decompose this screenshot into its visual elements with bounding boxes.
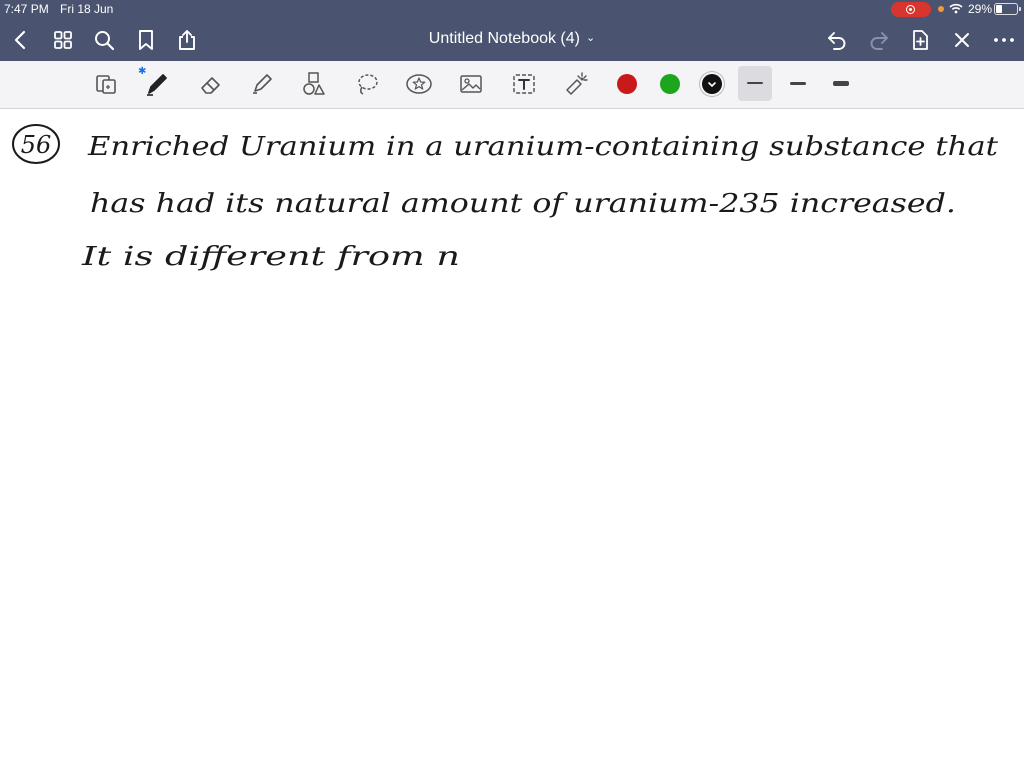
sticker-icon[interactable] bbox=[405, 70, 433, 98]
stroke-medium-button[interactable] bbox=[790, 82, 806, 85]
lasso-select-icon[interactable] bbox=[92, 70, 120, 98]
battery-icon bbox=[994, 3, 1021, 15]
status-time: 7:47 PM bbox=[4, 2, 49, 16]
share-icon[interactable] bbox=[175, 28, 199, 52]
status-date: Fri 18 Jun bbox=[60, 2, 114, 16]
stroke-thin-button[interactable] bbox=[738, 66, 772, 101]
undo-icon[interactable] bbox=[825, 28, 849, 52]
lasso-icon[interactable] bbox=[353, 70, 381, 98]
note-canvas[interactable]: 56 Enriched Uranium in a uranium-contain… bbox=[0, 109, 1024, 768]
image-icon[interactable] bbox=[457, 70, 485, 98]
color-black-swatch[interactable] bbox=[702, 74, 722, 94]
note-line-2: has had its natural amount of uranium-23… bbox=[90, 189, 956, 219]
note-line-1: Enriched Uranium in a uranium-containing… bbox=[87, 132, 999, 162]
bookmark-icon[interactable] bbox=[134, 28, 158, 52]
more-icon[interactable] bbox=[992, 28, 1016, 52]
notebook-title[interactable]: Untitled Notebook (4) bbox=[429, 30, 580, 47]
mic-indicator-icon bbox=[938, 6, 944, 12]
back-icon[interactable] bbox=[9, 28, 33, 52]
note-line-3: It is different from n bbox=[81, 242, 460, 272]
color-green-swatch[interactable] bbox=[660, 74, 680, 94]
text-icon[interactable] bbox=[510, 70, 538, 98]
add-page-icon[interactable] bbox=[908, 28, 932, 52]
stroke-thin-icon bbox=[747, 82, 763, 84]
pen-icon[interactable] bbox=[143, 70, 171, 98]
eraser-icon[interactable] bbox=[197, 70, 225, 98]
screen-recording-icon[interactable] bbox=[891, 2, 931, 17]
highlighter-icon[interactable] bbox=[248, 70, 276, 98]
chevron-down-icon bbox=[708, 82, 716, 88]
title-chevron-icon[interactable]: ⌄ bbox=[586, 32, 595, 44]
handwriting-layer: 56 Enriched Uranium in a uranium-contain… bbox=[12, 124, 999, 272]
stroke-thick-button[interactable] bbox=[833, 81, 849, 86]
close-icon[interactable] bbox=[950, 28, 974, 52]
question-number: 56 bbox=[21, 131, 52, 159]
grid-icon[interactable] bbox=[51, 28, 75, 52]
app-header: 7:47 PM Fri 18 Jun 29% Untitled Notebook… bbox=[0, 0, 1024, 61]
battery-percent: 29% bbox=[968, 2, 993, 16]
search-icon[interactable] bbox=[92, 28, 116, 52]
color-red-swatch[interactable] bbox=[617, 74, 637, 94]
drawing-toolbar: ✱ bbox=[0, 61, 1024, 109]
redo-icon[interactable] bbox=[867, 28, 891, 52]
wifi-icon bbox=[949, 3, 963, 14]
shapes-icon[interactable] bbox=[300, 70, 328, 98]
laser-pointer-icon[interactable] bbox=[562, 70, 590, 98]
